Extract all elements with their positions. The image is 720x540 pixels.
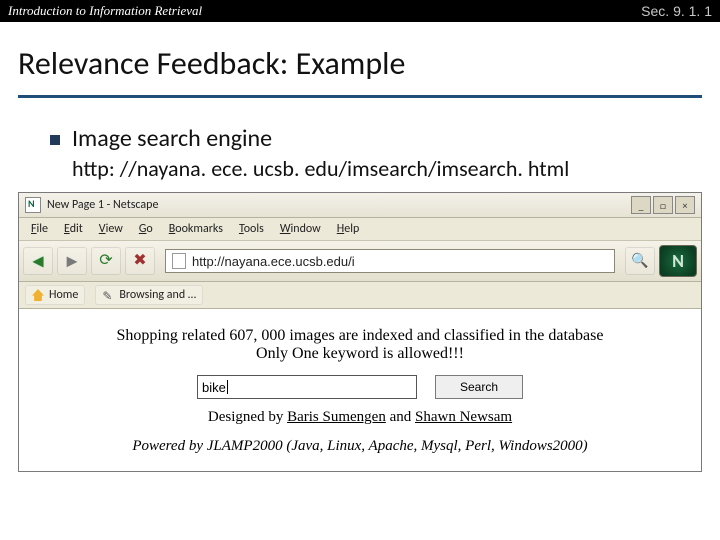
- stop-button[interactable]: ✖: [125, 247, 155, 275]
- window-buttons: _ □ ×: [631, 196, 695, 214]
- search-input-value: bike: [202, 380, 226, 395]
- section-number: Sec. 9. 1. 1: [641, 3, 712, 19]
- page-icon: [172, 253, 186, 269]
- slide-header: Introduction to Information Retrieval Se…: [0, 0, 720, 22]
- browser-titlebar: New Page 1 - Netscape _ □ ×: [19, 193, 701, 218]
- browser-window: New Page 1 - Netscape _ □ × File Edit Vi…: [18, 192, 702, 472]
- netscape-logo-icon: N: [659, 245, 697, 277]
- toolbar: ◄ ► ⟳ ✖ http://nayana.ece.ucsb.edu/i 🔍 N: [19, 241, 701, 282]
- bullet-item: Image search engine: [50, 124, 670, 153]
- page-line-2: Only One keyword is allowed!!!: [29, 345, 691, 363]
- forward-arrow-icon: ►: [63, 252, 81, 270]
- menu-view[interactable]: View: [91, 220, 131, 238]
- credit-prefix: Designed by: [208, 409, 287, 425]
- forward-button[interactable]: ►: [57, 247, 87, 275]
- bookmark-home[interactable]: Home: [25, 285, 85, 305]
- search-input[interactable]: bike: [197, 375, 417, 399]
- search-button-label: Search: [460, 380, 498, 394]
- slide-title: Relevance Feedback: Example: [0, 22, 720, 95]
- minimize-button[interactable]: _: [631, 196, 651, 214]
- menu-help[interactable]: Help: [329, 220, 368, 238]
- search-row: bike Search: [29, 375, 691, 399]
- page-line-1: Shopping related 607, 000 images are ind…: [29, 327, 691, 345]
- bookmarks-bar: Home Browsing and …: [19, 282, 701, 309]
- home-icon: [32, 289, 44, 301]
- menu-go[interactable]: Go: [131, 220, 161, 238]
- address-bar[interactable]: http://nayana.ece.ucsb.edu/i: [165, 249, 615, 273]
- menu-edit[interactable]: Edit: [56, 220, 91, 238]
- menu-window[interactable]: Window: [272, 220, 329, 238]
- menu-tools[interactable]: Tools: [231, 220, 272, 238]
- stop-icon: ✖: [133, 253, 146, 269]
- bookmark-browsing-label: Browsing and …: [119, 288, 196, 302]
- title-underline: [18, 95, 702, 98]
- wand-icon: [102, 289, 114, 301]
- netscape-page-icon: [25, 197, 41, 213]
- bookmark-browsing[interactable]: Browsing and …: [95, 285, 203, 305]
- menu-bookmarks[interactable]: Bookmarks: [161, 220, 231, 238]
- search-button[interactable]: Search: [435, 375, 523, 399]
- close-button[interactable]: ×: [675, 196, 695, 214]
- slide-content: Image search engine http: //nayana. ece.…: [0, 124, 720, 182]
- text-caret: [227, 380, 228, 394]
- window-title: New Page 1 - Netscape: [47, 198, 158, 212]
- bullet-sub-url: http: //nayana. ece. ucsb. edu/imsearch/…: [72, 155, 670, 182]
- address-text: http://nayana.ece.ucsb.edu/i: [192, 254, 355, 269]
- menu-bar: File Edit View Go Bookmarks Tools Window…: [19, 218, 701, 241]
- back-arrow-icon: ◄: [29, 252, 47, 270]
- credit-line: Designed by Baris Sumengen and Shawn New…: [29, 409, 691, 426]
- maximize-button[interactable]: □: [653, 196, 673, 214]
- bullet-square-icon: [50, 135, 60, 145]
- search-icon: 🔍: [631, 254, 648, 268]
- back-button[interactable]: ◄: [23, 247, 53, 275]
- menu-file-rest: ile: [37, 222, 48, 236]
- menu-file[interactable]: File: [23, 220, 56, 238]
- reload-button[interactable]: ⟳: [91, 247, 121, 275]
- author-1-link[interactable]: Baris Sumengen: [287, 409, 386, 425]
- page-content: Shopping related 607, 000 images are ind…: [19, 309, 701, 471]
- bookmark-home-label: Home: [49, 288, 78, 302]
- powered-by: Powered by JLAMP2000 (Java, Linux, Apach…: [29, 438, 691, 455]
- credit-and: and: [386, 409, 415, 425]
- course-title: Introduction to Information Retrieval: [8, 3, 202, 19]
- author-2-link[interactable]: Shawn Newsam: [415, 409, 512, 425]
- search-web-button[interactable]: 🔍: [625, 247, 655, 275]
- reload-icon: ⟳: [99, 253, 112, 269]
- bullet-text: Image search engine: [72, 124, 272, 153]
